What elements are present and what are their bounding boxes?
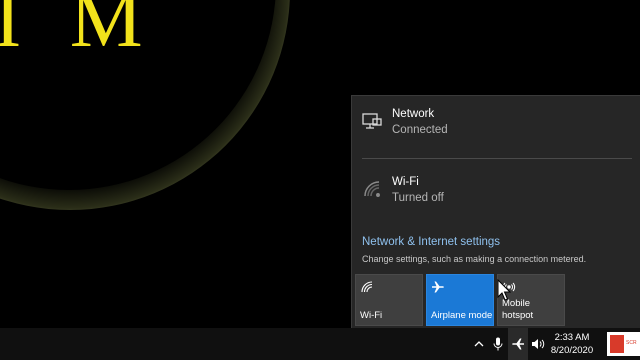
- clock-time: 2:33 AM: [554, 332, 590, 343]
- wifi-icon: [360, 280, 374, 294]
- network-flyout: Network Connected Wi-Fi Turned off Netwo…: [351, 95, 640, 329]
- notification-app-icon: [610, 335, 624, 353]
- notification-thumbnail[interactable]: SCR: [607, 332, 640, 356]
- notification-label: SCR: [626, 340, 637, 346]
- network-status: Connected: [392, 124, 448, 136]
- quick-action-label: Wi-Fi: [360, 310, 383, 321]
- quick-action-airplane-mode[interactable]: Airplane mode: [426, 274, 494, 326]
- network-title: Network: [392, 108, 435, 120]
- quick-action-label: Airplane mode: [431, 310, 493, 321]
- microphone-button[interactable]: [489, 328, 507, 360]
- wifi-status: Turned off: [392, 192, 444, 204]
- airplane-icon: [431, 280, 445, 294]
- quick-action-wifi[interactable]: Wi-Fi: [355, 274, 423, 326]
- network-item-ethernet[interactable]: Network Connected: [352, 100, 640, 152]
- clock-date: 8/20/2020: [550, 345, 594, 356]
- wallpaper-text: I M: [0, 0, 157, 64]
- airplane-icon: [512, 338, 524, 350]
- wifi-off-icon: [361, 178, 383, 200]
- ethernet-monitor-icon: [361, 110, 383, 132]
- divider: [362, 158, 632, 159]
- taskbar-clock[interactable]: 2:33 AM 8/20/2020: [546, 331, 598, 357]
- wifi-title: Wi-Fi: [392, 176, 419, 188]
- volume-button[interactable]: [529, 328, 547, 360]
- microphone-icon: [493, 337, 503, 351]
- chevron-up-icon: [474, 341, 484, 347]
- show-hidden-icons-button[interactable]: [470, 328, 488, 360]
- quick-action-label: Mobile hotspot: [502, 298, 534, 321]
- volume-icon: [532, 339, 545, 349]
- network-tray-button[interactable]: [508, 328, 528, 360]
- network-item-wifi[interactable]: Wi-Fi Turned off: [352, 168, 640, 220]
- network-settings-description: Change settings, such as making a connec…: [362, 254, 587, 264]
- network-settings-link[interactable]: Network & Internet settings: [362, 236, 500, 248]
- mouse-cursor-icon: [497, 279, 511, 301]
